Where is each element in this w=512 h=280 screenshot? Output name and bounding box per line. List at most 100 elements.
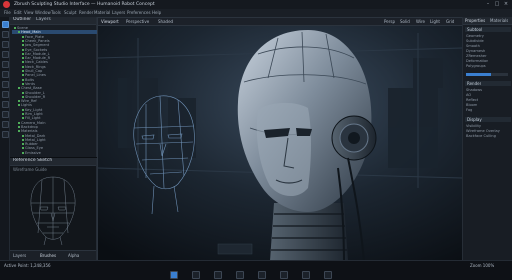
viewport[interactable]: Viewport Perspective Shaded Persp Solid …: [97, 17, 463, 262]
menu-item-edit[interactable]: Edit: [14, 10, 22, 16]
viewport-toolbar: Viewport Perspective Shaded Persp Solid …: [98, 18, 462, 26]
scene-icon: [14, 27, 16, 29]
object-icon: [22, 65, 24, 68]
property-row[interactable]: Smooth: [466, 44, 480, 48]
section-subtool[interactable]: Subtool: [465, 27, 511, 32]
viewport-render[interactable]: [98, 18, 462, 261]
object-icon: [22, 70, 24, 72]
light-icon[interactable]: [2, 121, 9, 128]
axis-icon[interactable]: [280, 271, 288, 279]
camera-icon[interactable]: [2, 111, 9, 118]
frame-icon[interactable]: [192, 271, 200, 279]
object-icon: [22, 108, 24, 111]
tool-strip: [0, 17, 10, 260]
property-row[interactable]: Backface Culling: [466, 134, 496, 138]
section-subtool-label: Subtool: [467, 27, 483, 32]
vp-light-button[interactable]: Light: [430, 19, 440, 24]
display-rows: Visibility Wireframe Overlay Backface Cull…: [463, 124, 512, 142]
property-row[interactable]: Fog: [466, 108, 472, 112]
move-icon[interactable]: [2, 31, 9, 38]
property-row[interactable]: Subdivide: [466, 39, 484, 43]
outliner-row[interactable]: Emissive: [12, 151, 104, 155]
camera-icon[interactable]: [214, 271, 222, 279]
brush-icon[interactable]: [2, 61, 9, 68]
object-icon: [22, 39, 24, 42]
property-row[interactable]: Polygroups: [466, 64, 486, 68]
mask-icon[interactable]: [2, 81, 9, 88]
tab-footer-layers[interactable]: Layers: [13, 253, 26, 258]
close-button[interactable]: ×: [502, 1, 510, 8]
vp-wire-button[interactable]: Wire: [416, 19, 425, 24]
property-row[interactable]: Wireframe Overlay: [466, 129, 500, 133]
menu-item-material[interactable]: Material: [94, 10, 110, 16]
object-icon: [18, 31, 20, 34]
status-text: Active Point: 1,248,356: [4, 263, 51, 268]
transport-bar: [170, 271, 350, 279]
object-icon: [18, 87, 20, 90]
grid-icon[interactable]: [258, 271, 266, 279]
menu-item-layers[interactable]: Layers: [112, 10, 125, 16]
menu-item-sculpt[interactable]: Sculpt: [64, 10, 77, 16]
property-row[interactable]: Visibility: [466, 124, 481, 128]
properties-panel: Properties Materials Subtool Geometry Sub…: [462, 17, 512, 260]
play-icon[interactable]: [170, 271, 178, 279]
app-logo-icon: [3, 1, 10, 8]
snap-icon[interactable]: [302, 271, 310, 279]
wireframe-sketch: [30, 176, 76, 246]
property-row[interactable]: Bloom: [466, 103, 477, 107]
pen-icon[interactable]: [2, 101, 9, 108]
viewport-mode[interactable]: Perspective: [126, 19, 149, 24]
object-icon: [22, 95, 24, 98]
menu-item-view[interactable]: View: [24, 10, 34, 16]
maximize-button[interactable]: □: [493, 1, 501, 8]
property-row[interactable]: Dynamesh: [466, 49, 485, 53]
tab-viewport[interactable]: Viewport: [101, 19, 119, 24]
vp-solid-button[interactable]: Solid: [400, 19, 410, 24]
vp-persp-button[interactable]: Persp: [384, 19, 395, 24]
property-row[interactable]: Deformation: [466, 59, 488, 63]
minimize-button[interactable]: –: [484, 1, 492, 8]
object-icon: [22, 151, 24, 154]
object-icon: [18, 100, 20, 103]
zoom-level[interactable]: Zoom 100%: [470, 263, 494, 268]
tab-outliner[interactable]: Outliner: [13, 17, 31, 23]
property-row[interactable]: Shadows: [466, 88, 482, 92]
subdivision-slider[interactable]: [466, 73, 508, 76]
rotate-icon[interactable]: [2, 41, 9, 48]
menu-item-tools[interactable]: Tools: [51, 10, 61, 16]
grid-icon[interactable]: [2, 131, 9, 138]
vp-grid-button[interactable]: Grid: [446, 19, 454, 24]
object-icon: [22, 147, 24, 150]
property-row[interactable]: Reflect: [466, 98, 478, 102]
section-display[interactable]: Display: [465, 117, 511, 122]
viewport-shading[interactable]: Shaded: [158, 19, 173, 24]
window-title: Zbrush Sculpting Studio Interface — Huma…: [14, 2, 155, 7]
outliner-row-label: Emissive: [25, 150, 41, 155]
menu-item-file[interactable]: File: [4, 10, 11, 16]
property-row[interactable]: AO: [466, 93, 471, 97]
light-icon[interactable]: [236, 271, 244, 279]
object-icon: [22, 113, 24, 115]
object-icon: [18, 130, 20, 133]
tab-footer-alpha[interactable]: Alpha: [68, 253, 79, 258]
object-icon: [22, 48, 24, 51]
tab-footer-brushes[interactable]: Brushes: [40, 253, 56, 258]
menu-item-render[interactable]: Render: [79, 10, 93, 16]
menu-item-help[interactable]: Help: [152, 10, 161, 16]
scale-icon[interactable]: [2, 51, 9, 58]
properties-header: Properties Materials: [463, 17, 512, 25]
object-icon: [22, 78, 24, 81]
tab-layers[interactable]: Layers: [36, 17, 51, 23]
property-row[interactable]: ZRemesher: [466, 54, 487, 58]
property-row[interactable]: Geometry: [466, 34, 484, 38]
tab-properties[interactable]: Properties: [465, 18, 485, 23]
knife-icon[interactable]: [2, 91, 9, 98]
menu-item-window[interactable]: Window: [35, 10, 51, 16]
select-icon[interactable]: [2, 21, 9, 28]
object-icon: [22, 35, 24, 38]
menu-item-preferences[interactable]: Preferences: [127, 10, 151, 16]
record-icon[interactable]: [324, 271, 332, 279]
smooth-icon[interactable]: [2, 71, 9, 78]
section-render[interactable]: Render: [465, 81, 511, 86]
tab-materials[interactable]: Materials: [490, 18, 508, 23]
